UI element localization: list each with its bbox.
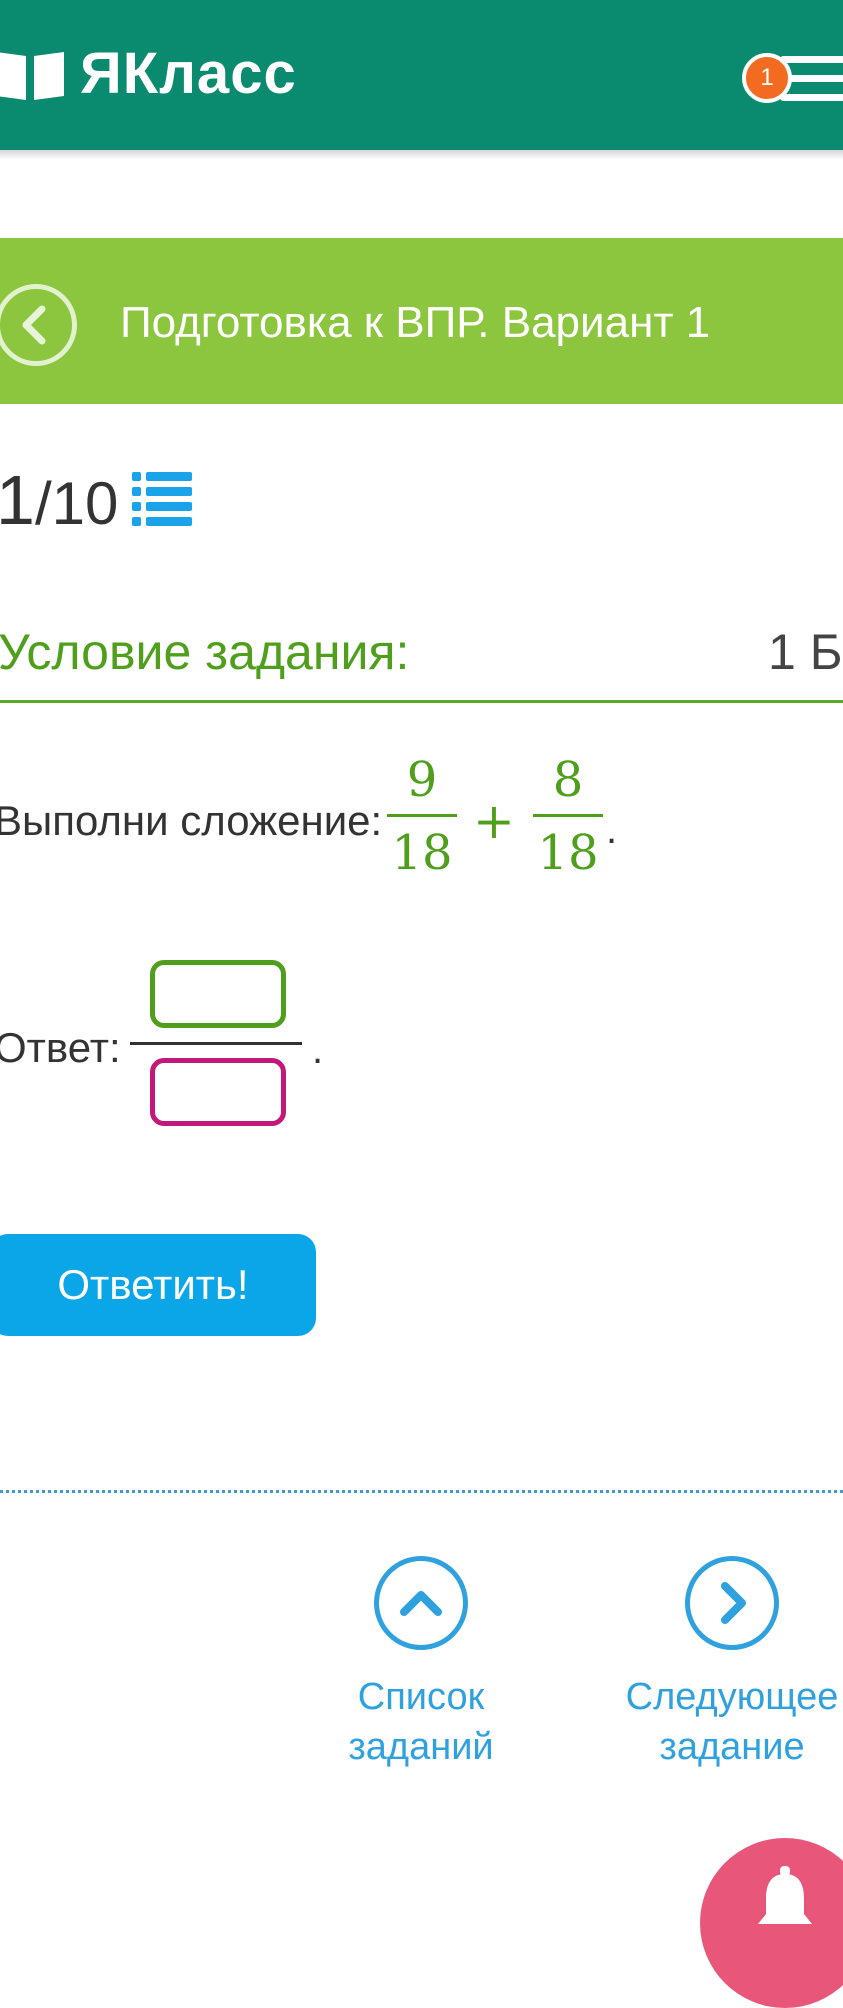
task-counter: 1/10: [0, 462, 118, 542]
task-counter-current: 1: [0, 461, 35, 539]
next-task-circle: [685, 1556, 779, 1650]
points-value: 1 Б.: [768, 624, 843, 680]
task-list-icon[interactable]: [132, 470, 192, 526]
condition-title: Условие задания:: [0, 624, 410, 680]
task-list-label: Список заданий: [311, 1672, 531, 1772]
task-list-label-line2: заданий: [348, 1726, 494, 1768]
fraction-first: 9 18: [387, 752, 457, 881]
fraction-first-denominator: 18: [391, 825, 453, 881]
next-task-label: Следующее задание: [622, 1672, 842, 1772]
fraction-first-bar: [387, 814, 457, 817]
test-title-bar: Подготовка к ВПР. Вариант 1: [0, 238, 843, 404]
next-task-button[interactable]: Следующее задание: [622, 1556, 842, 1772]
answer-end-period: .: [312, 1028, 324, 1072]
header-shadow: [0, 150, 843, 160]
fraction-second: 8 18: [533, 752, 603, 881]
chevron-left-icon: [22, 305, 46, 345]
task-list-label-line1: Список: [357, 1676, 485, 1718]
chevron-right-icon: [721, 1582, 746, 1624]
answer-label: Ответ:: [0, 1024, 121, 1071]
task-list-circle: [374, 1556, 468, 1650]
next-task-label-line2: задание: [659, 1726, 805, 1768]
top-header: ЯКласс 1: [0, 0, 843, 150]
test-title: Подготовка к ВПР. Вариант 1: [120, 298, 711, 347]
answer-denominator-input[interactable]: [150, 1058, 286, 1126]
chevron-up-icon: [400, 1591, 442, 1616]
dotted-divider: [0, 1490, 843, 1493]
book-logo-icon: [0, 52, 64, 100]
fraction-first-numerator: 9: [406, 752, 438, 808]
condition-divider: [0, 700, 843, 703]
bell-icon: [758, 1866, 812, 1924]
task-prompt: Выполни сложение:: [0, 797, 383, 844]
menu-button[interactable]: 1: [742, 50, 843, 106]
fraction-second-numerator: 8: [552, 752, 584, 808]
task-list-button[interactable]: Список заданий: [311, 1556, 531, 1772]
answer-fraction-bar: [130, 1042, 302, 1045]
task-counter-total: /10: [34, 470, 119, 537]
submit-answer-button[interactable]: Ответить!: [0, 1234, 316, 1336]
task-end-period: .: [606, 808, 618, 852]
plus-operator: +: [473, 792, 515, 850]
fraction-second-denominator: 18: [537, 825, 599, 881]
notification-badge: 1: [742, 53, 792, 103]
next-task-label-line1: Следующее: [625, 1676, 839, 1718]
answer-numerator-input[interactable]: [150, 960, 286, 1028]
fraction-second-bar: [533, 814, 603, 817]
notifications-bell-button[interactable]: [700, 1838, 843, 2008]
logo-text[interactable]: ЯКласс: [80, 34, 297, 114]
back-button[interactable]: [0, 284, 77, 366]
